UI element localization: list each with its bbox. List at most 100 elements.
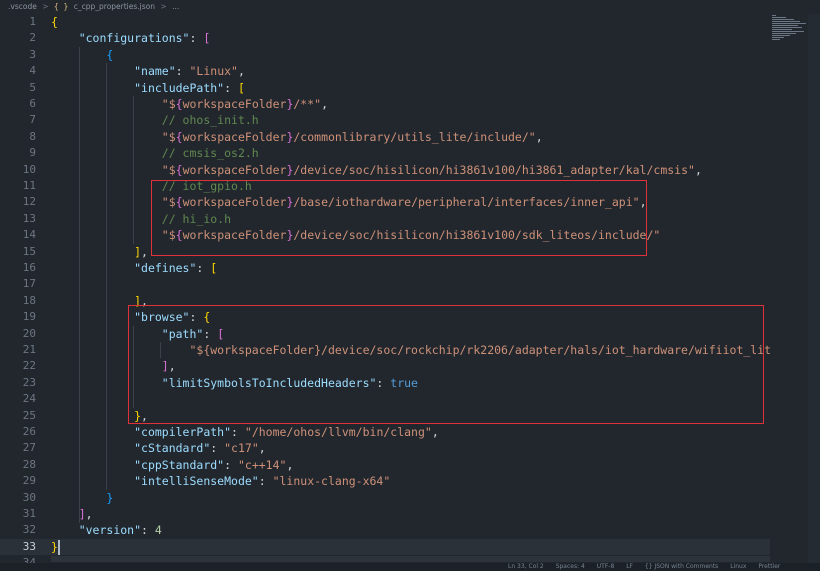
code-token: "$ [161, 129, 176, 144]
code-text: "intelliSenseMode": "linux-clang-x64" [51, 473, 390, 489]
line-number: 23 [22, 375, 36, 389]
code-line[interactable]: 1{ [0, 14, 770, 30]
code-line[interactable]: 6 "${workspaceFolder}/**", [0, 96, 770, 112]
code-line[interactable]: 8 "${workspaceFolder}/commonlibrary/util… [0, 129, 770, 145]
code-line[interactable]: 27 "cStandard": "c17", [0, 440, 770, 456]
line-number: 10 [22, 162, 36, 176]
status-eol[interactable]: LF [626, 563, 633, 571]
status-os[interactable]: Linux [730, 563, 746, 571]
json-file-icon: { } [53, 2, 69, 11]
code-line[interactable]: 4 "name": "Linux", [0, 63, 770, 79]
code-editor[interactable]: 1{2 "configurations": [3 {4 "name": "Lin… [0, 14, 770, 563]
code-token: workspaceFolder [182, 97, 287, 111]
code-token: [ [237, 80, 245, 95]
code-line[interactable]: 10 "${workspaceFolder}/device/soc/hisili… [0, 162, 770, 178]
code-token: , [321, 97, 329, 111]
status-formatter[interactable]: Prettier [758, 563, 780, 571]
code-token: /device/soc/hisilicon/hi3861v100/hi3861_… [293, 162, 695, 177]
code-token: ] [134, 244, 142, 259]
line-number: 18 [22, 293, 36, 307]
code-line[interactable]: 16 "defines": [ [0, 260, 770, 276]
code-line[interactable]: 2 "configurations": [ [0, 30, 770, 46]
code-token: "Linux" [189, 64, 238, 79]
code-line[interactable]: 5 "includePath": [ [0, 80, 770, 96]
code-token: // ohos_init.h [161, 113, 259, 128]
code-line[interactable]: 32 "version": 4 [0, 522, 770, 538]
line-number: 19 [22, 310, 36, 324]
code-text: "${workspaceFolder}/**", [51, 96, 328, 112]
code-line[interactable]: 3 { [0, 47, 770, 63]
code-token: { [175, 129, 183, 144]
code-token: workspaceFolder [182, 129, 287, 144]
highlight-box-browse [128, 305, 764, 424]
code-token: "name" [134, 64, 176, 79]
code-text: "${workspaceFolder}/device/soc/hisilicon… [51, 162, 702, 178]
line-number: 5 [29, 80, 36, 94]
code-token: : [224, 80, 238, 95]
breadcrumb-separator: > [160, 2, 167, 11]
code-line[interactable]: 9 // cmsis_os2.h [0, 145, 770, 161]
highlight-box-includepath [151, 180, 647, 256]
code-line[interactable]: 30 } [0, 490, 770, 506]
breadcrumb-folder[interactable]: .vscode [8, 0, 37, 14]
breadcrumb-file[interactable]: c_cpp_properties.json [74, 0, 155, 14]
code-token: "linux-clang-x64" [272, 474, 391, 489]
line-number: 3 [29, 47, 36, 61]
code-token: } [51, 539, 58, 554]
code-token: , [141, 244, 148, 259]
code-line[interactable]: 29 "intelliSenseMode": "linux-clang-x64" [0, 473, 770, 489]
status-encoding[interactable]: UTF-8 [597, 563, 615, 571]
code-token: "$ [161, 162, 176, 177]
code-token: /commonlibrary/utils_lite/include/" [293, 129, 536, 144]
code-line[interactable]: 17 [0, 276, 770, 292]
line-number: 34 [22, 556, 36, 563]
code-token: , [694, 162, 702, 177]
code-token: { [106, 47, 114, 62]
code-token: { [51, 15, 58, 29]
code-token: 4 [154, 523, 162, 538]
line-number: 12 [22, 195, 36, 209]
status-language-mode[interactable]: {} JSON with Comments [645, 563, 718, 571]
code-text: "includePath": [ [51, 80, 245, 96]
vertical-scrollbar[interactable] [808, 14, 820, 563]
code-token: "version" [78, 523, 142, 538]
line-number: 16 [22, 261, 36, 274]
code-text: } [51, 490, 113, 506]
code-line[interactable]: 33} [0, 538, 770, 556]
status-bar: Ln 33, Col 2 Spaces: 4 UTF-8 LF {} JSON … [0, 563, 820, 571]
code-token: , [535, 129, 543, 144]
horizontal-scrollbar[interactable] [51, 556, 770, 562]
breadcrumb-symbol-trail[interactable]: ... [172, 0, 179, 14]
code-token: "compilerPath" [134, 425, 232, 439]
code-text: ], [51, 244, 148, 260]
code-token: ] [78, 507, 86, 521]
breadcrumb: .vscode > { } c_cpp_properties.json > ..… [0, 0, 820, 14]
status-indentation[interactable]: Spaces: 4 [556, 563, 585, 571]
code-token: "cppStandard" [134, 457, 225, 472]
code-line[interactable]: 7 // ohos_init.h [0, 112, 770, 128]
code-token: , [286, 457, 294, 472]
line-number: 33 [22, 539, 36, 553]
code-token: "c17" [224, 441, 259, 456]
status-cursor-position[interactable]: Ln 33, Col 2 [508, 563, 544, 571]
code-line[interactable]: 28 "cppStandard": "c++14", [0, 457, 770, 473]
code-token: { [175, 162, 183, 177]
code-line[interactable]: 31 ], [0, 506, 770, 522]
code-text: { [51, 14, 58, 30]
minimap[interactable] [772, 14, 808, 44]
code-token: : [258, 474, 273, 489]
line-number: 1 [29, 15, 36, 28]
line-number: 29 [22, 474, 36, 488]
line-number: 4 [29, 64, 36, 78]
line-number: 25 [22, 408, 36, 422]
code-line[interactable]: 26 "compilerPath": "/home/ohos/llvm/bin/… [0, 424, 770, 440]
